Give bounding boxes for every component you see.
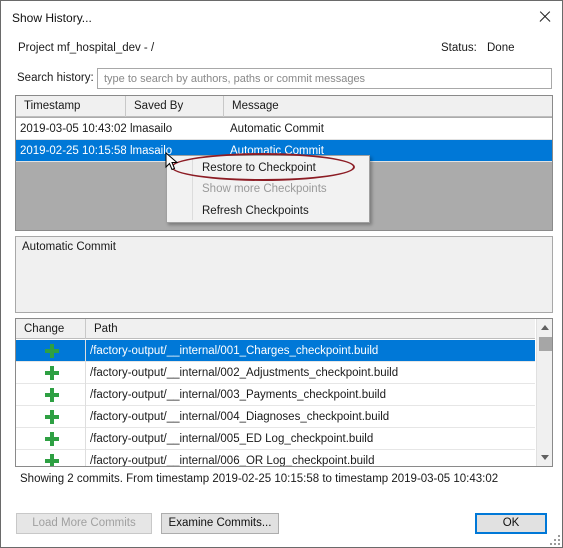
search-input[interactable] <box>97 68 552 89</box>
change-cell <box>16 428 86 450</box>
commit-timestamp: 2019-03-05 10:43:02 <box>20 123 126 135</box>
changes-header: Change Path <box>16 319 535 339</box>
resize-grip-icon[interactable] <box>549 534 561 546</box>
change-cell <box>16 406 86 428</box>
plus-icon <box>44 387 60 403</box>
change-row[interactable]: /factory-output/__internal/003_Payments_… <box>16 384 535 406</box>
change-path: /factory-output/__internal/006_OR Log_ch… <box>90 455 375 467</box>
plus-icon <box>44 409 60 425</box>
change-row[interactable]: /factory-output/__internal/005_ED Log_ch… <box>16 428 535 450</box>
commit-timestamp: 2019-02-25 10:15:58 <box>20 145 126 157</box>
change-row-selected[interactable]: /factory-output/__internal/001_Charges_c… <box>16 340 535 362</box>
commits-header: Timestamp Saved By Message <box>16 96 552 117</box>
change-row[interactable]: /factory-output/__internal/002_Adjustmen… <box>16 362 535 384</box>
close-icon[interactable] <box>530 5 560 29</box>
menu-item-restore-to-checkpoint[interactable]: Restore to Checkpoint <box>167 158 369 179</box>
status-label: Status: <box>441 42 477 54</box>
column-header-timestamp[interactable]: Timestamp <box>16 96 126 117</box>
plus-icon <box>44 365 60 381</box>
change-cell <box>16 362 86 384</box>
ok-button[interactable]: OK <box>475 513 547 534</box>
change-cell <box>16 384 86 406</box>
change-cell <box>16 450 86 466</box>
commits-summary: Showing 2 commits. From timestamp 2019-0… <box>20 473 499 485</box>
status-value: Done <box>487 42 515 54</box>
column-header-change[interactable]: Change <box>16 319 86 339</box>
change-row[interactable]: /factory-output/__internal/004_Diagnoses… <box>16 406 535 428</box>
column-header-saved-by[interactable]: Saved By <box>126 96 224 117</box>
context-menu: Restore to Checkpoint Show more Checkpoi… <box>166 155 370 223</box>
scroll-up-icon[interactable] <box>541 325 549 330</box>
plus-icon <box>44 343 60 359</box>
change-path: /factory-output/__internal/003_Payments_… <box>90 389 386 401</box>
commit-message: Automatic Commit <box>230 123 324 135</box>
title-bar: Show History... <box>1 1 562 33</box>
show-history-dialog: Show History... Project mf_hospital_dev … <box>0 0 563 548</box>
change-cell <box>16 340 86 362</box>
scroll-down-icon[interactable] <box>541 455 549 460</box>
project-label: Project mf_hospital_dev - / <box>18 42 155 54</box>
plus-icon <box>44 453 60 466</box>
commit-row[interactable]: 2019-03-05 10:43:02 lmasailo Automatic C… <box>16 118 552 140</box>
search-label: Search history: <box>17 72 94 84</box>
dialog-title: Show History... <box>12 11 92 25</box>
change-path: /factory-output/__internal/002_Adjustmen… <box>90 367 399 379</box>
change-path: /factory-output/__internal/005_ED Log_ch… <box>90 433 374 445</box>
column-header-message[interactable]: Message <box>224 96 552 117</box>
change-row[interactable]: /factory-output/__internal/006_OR Log_ch… <box>16 450 535 467</box>
column-header-path[interactable]: Path <box>86 319 535 339</box>
mouse-cursor-icon <box>165 152 179 171</box>
changes-scrollbar[interactable] <box>536 319 552 466</box>
commit-message-box: Automatic Commit <box>15 236 553 313</box>
scroll-thumb[interactable] <box>539 337 552 351</box>
load-more-commits-button: Load More Commits <box>16 513 152 534</box>
changes-table: Change Path /factory-output/__internal/0… <box>15 318 553 467</box>
menu-item-show-more-checkpoints: Show more Checkpoints <box>202 183 327 195</box>
examine-commits-button[interactable]: Examine Commits... <box>161 513 279 534</box>
plus-icon <box>44 431 60 447</box>
menu-item-refresh-checkpoints[interactable]: Refresh Checkpoints <box>167 201 369 222</box>
change-path: /factory-output/__internal/001_Charges_c… <box>90 345 379 357</box>
change-path: /factory-output/__internal/004_Diagnoses… <box>90 411 390 423</box>
commit-author: lmasailo <box>130 123 173 135</box>
